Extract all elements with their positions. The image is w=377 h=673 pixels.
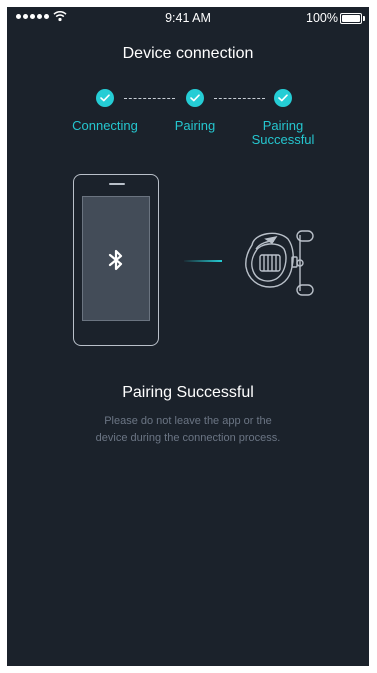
device-connection-screen: 9:41 AM 100% Device connection Connectin… [7, 7, 369, 666]
step-connector-2 [214, 98, 265, 99]
step-label-pairing: Pairing [174, 118, 216, 133]
fishing-reel-icon [245, 230, 314, 296]
status-bar: 9:41 AM 100% [7, 7, 369, 29]
step-successful-check-icon [274, 89, 292, 107]
phone-icon [73, 174, 159, 346]
step-label-pairing-successful: Pairing Successful [251, 118, 315, 147]
step-connecting-check-icon [96, 89, 114, 107]
battery-percent: 100% [306, 11, 338, 25]
step-connector-1 [124, 98, 175, 99]
result-title: Pairing Successful [122, 384, 254, 401]
connection-line [184, 260, 222, 262]
page-title: Device connection [122, 45, 254, 62]
bluetooth-icon [108, 249, 123, 271]
hint-text: Please do not leave the app or the devic… [95, 415, 281, 444]
step-pairing-check-icon [186, 89, 204, 107]
battery-icon [340, 13, 365, 24]
step-label-connecting: Connecting [72, 118, 138, 133]
